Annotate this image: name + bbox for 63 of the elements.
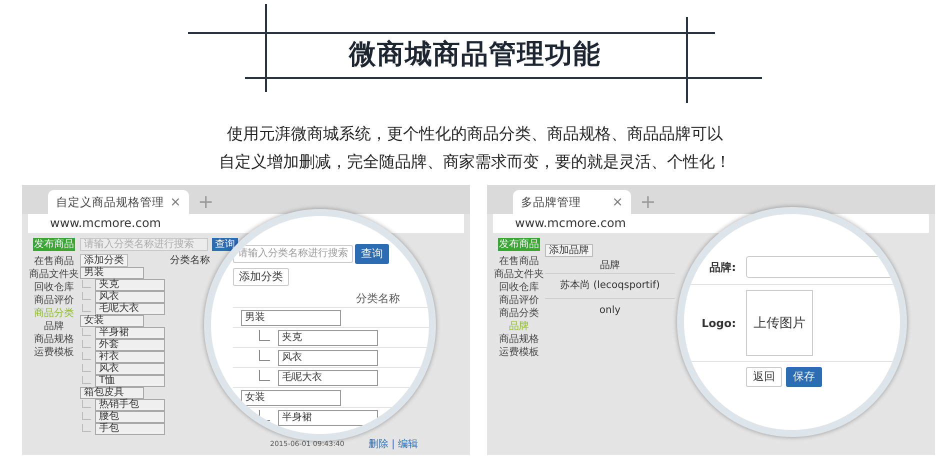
sidebar-item[interactable]: 在售商品 [499,255,539,268]
tree-connector [259,370,270,381]
sidebar-item[interactable]: 商品评价 [499,294,539,307]
tree-connector [259,350,270,361]
tab-title: 多品牌管理 [521,194,581,210]
category-name-field[interactable]: 毛呢大衣 [95,303,165,315]
sidebar-item[interactable]: 商品评价 [34,294,74,307]
category-name-field[interactable]: 半身裙 [278,410,378,426]
close-icon[interactable]: × [170,194,181,210]
category-name-field[interactable]: 热销手包 [95,399,165,411]
sidebar-item[interactable]: 回收仓库 [34,281,74,294]
browser-tab[interactable]: 自定义商品规格管理 × [48,190,189,214]
category-name-field[interactable]: 夹克 [278,330,378,346]
close-icon[interactable]: × [612,194,623,210]
sidebar-item[interactable]: 商品文件夹 [494,268,544,281]
save-button[interactable]: 保存 [786,367,822,387]
category-name-field[interactable]: 半身裙 [95,327,165,339]
search-button[interactable]: 查询 [355,244,389,264]
sidebar-item[interactable]: 商品规格 [34,333,74,346]
category-name-field[interactable]: 衬衣 [95,351,165,363]
category-name-field[interactable]: 女装 [80,315,144,327]
category-name-field[interactable]: 风衣 [95,363,165,375]
back-button[interactable]: 返回 [746,367,782,387]
description-line: 自定义增加删减，完全随品牌、商家需求而变，要的就是灵活、个性化！ [219,151,731,173]
add-brand-button[interactable]: 添加品牌 [545,244,593,257]
category-name-field[interactable]: 男装 [241,310,341,326]
page-title: 微商城商品管理功能 [349,39,601,70]
field-label: Logo: [700,316,736,330]
column-header: 品牌 [600,260,620,271]
table-cell: 苏本尚 (lecoqsportif) [560,280,660,291]
sidebar-item[interactable]: 商品规格 [499,333,539,346]
description-line: 使用元湃微商城系统，更个性化的商品分类、商品规格、商品品牌可以 [227,123,723,145]
sidebar-item[interactable]: 回收仓库 [499,281,539,294]
tab-title: 自定义商品规格管理 [56,194,164,210]
sidebar-item[interactable]: 运费模板 [34,346,74,359]
category-name-field[interactable]: 外套 [95,339,165,351]
tree-connector [259,410,270,421]
category-name-field[interactable]: 手包 [95,423,165,435]
field-label: 品牌: [708,260,736,274]
category-name-field[interactable]: 毛呢大衣 [278,370,378,386]
add-category-button[interactable]: 添加分类 [233,268,289,286]
sidebar-item[interactable]: 在售商品 [34,255,74,268]
sidebar-item[interactable]: 运费模板 [499,346,539,359]
category-name-field[interactable]: 男装 [80,267,144,279]
search-button[interactable]: 查询 [212,238,238,251]
category-name-field[interactable]: 女装 [241,390,341,406]
category-name-field[interactable]: 腰包 [95,411,165,423]
column-header: 分类名称 [170,255,210,266]
sidebar-item[interactable]: 商品文件夹 [29,268,79,281]
sidebar-item[interactable]: 品牌 [44,320,64,333]
table-cell: only [599,305,621,316]
upload-image-button[interactable]: 上传图片 [746,290,813,356]
browser-tab[interactable]: 多品牌管理 × [513,190,631,214]
add-category-button[interactable]: 添加分类 [80,254,128,267]
category-name-field[interactable]: 夹克 [95,279,165,291]
category-name-field[interactable]: 箱包皮具 [80,387,144,399]
category-name-field[interactable]: 风衣 [278,350,378,366]
sidebar-item[interactable]: 商品分类 [499,307,539,320]
category-name-field[interactable]: 风衣 [95,291,165,303]
tree-connector [259,330,270,341]
category-name-field[interactable]: T恤 [95,375,165,387]
row-action-links[interactable]: 删除 | 编辑 [368,437,418,451]
column-header: 分类名称 [355,291,400,307]
